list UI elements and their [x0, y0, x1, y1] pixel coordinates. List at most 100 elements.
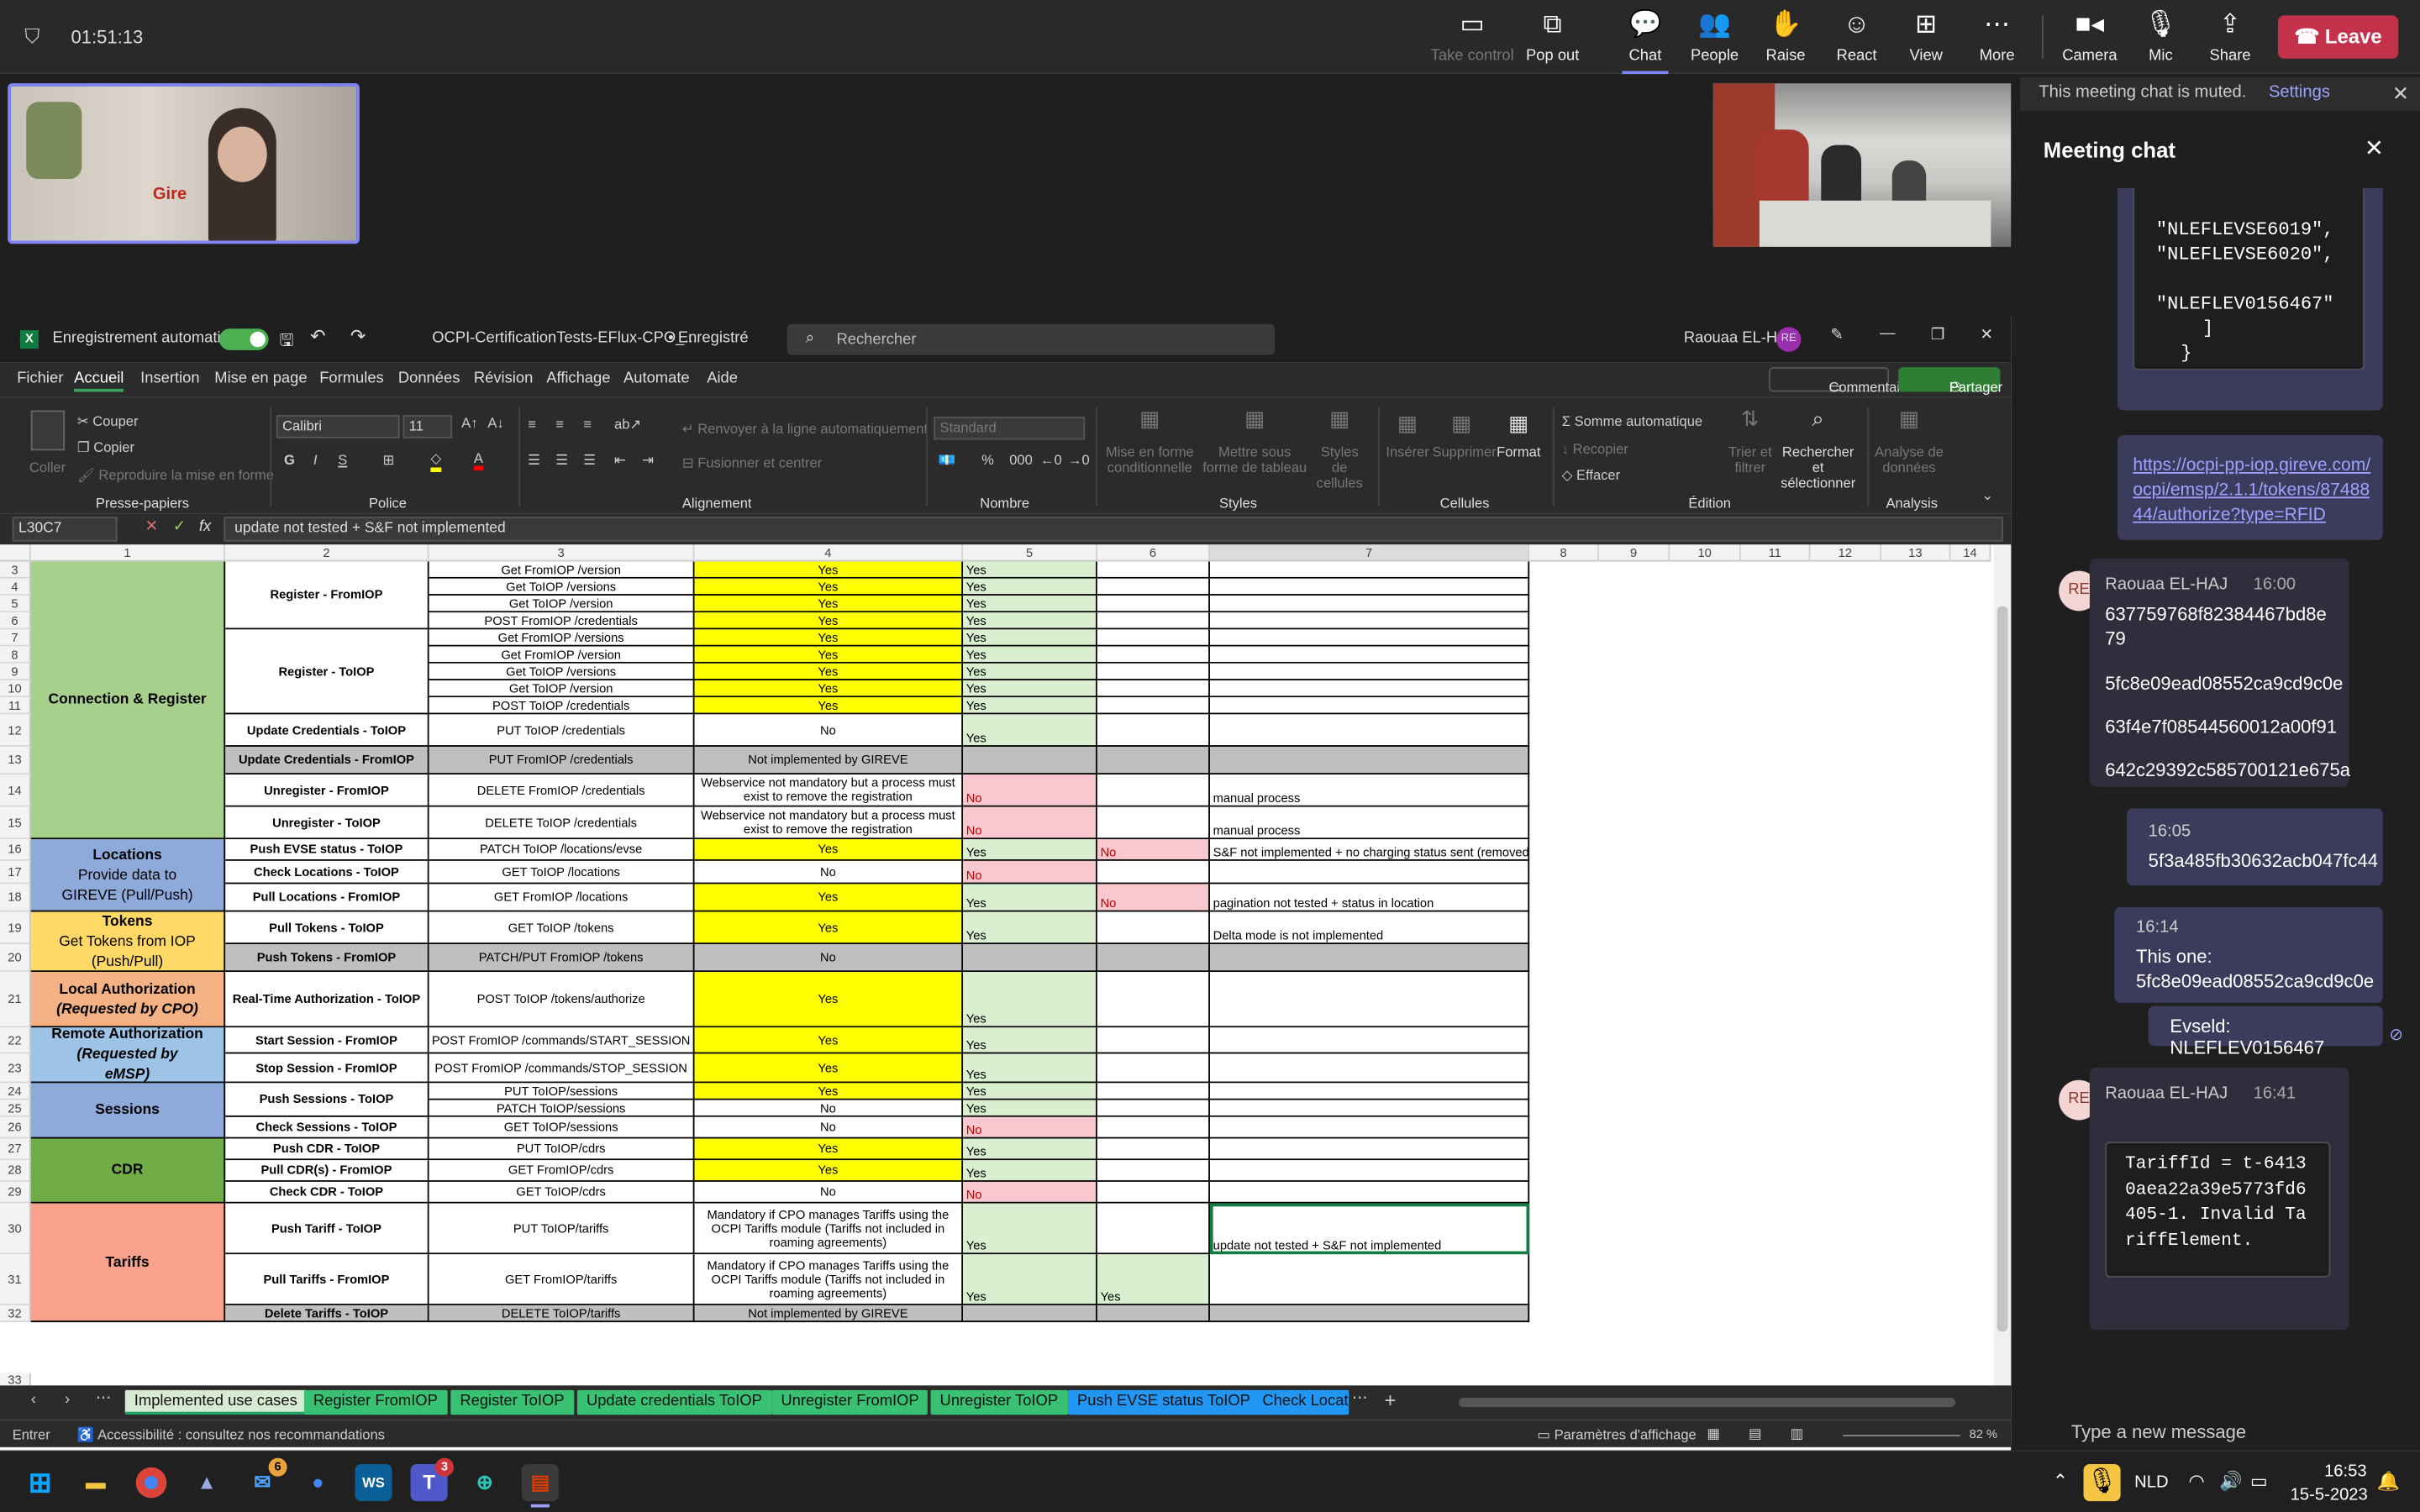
table-cell[interactable]: Update Credentials - ToIOP	[225, 714, 429, 747]
table-cell[interactable]	[1097, 1116, 1210, 1139]
message-bubble[interactable]: https://ocpi-pp-iop.gireve.com/ocpi/emsp…	[2117, 434, 2383, 540]
redo-icon[interactable]: ↷	[350, 326, 366, 348]
table-cell[interactable]: DELETE ToIOP /credentials	[429, 806, 695, 840]
table-cell[interactable]	[1209, 595, 1530, 613]
row-header[interactable]: 22	[0, 1027, 31, 1054]
row-header[interactable]: 8	[0, 646, 31, 664]
row-header[interactable]: 6	[0, 612, 31, 630]
table-cell[interactable]: Yes	[963, 1053, 1097, 1084]
column-header[interactable]: 1	[30, 544, 226, 562]
tab-push-evse[interactable]: Push EVSE status ToIOP	[1067, 1389, 1260, 1415]
table-cell[interactable]: Yes	[694, 629, 964, 647]
table-cell[interactable]	[1209, 1254, 1530, 1305]
table-cell[interactable]	[1209, 714, 1530, 747]
tab-more-icon[interactable]: ⋯	[96, 1390, 111, 1407]
table-cell[interactable]: Yes	[694, 911, 964, 945]
font-shrink-icon[interactable]: A↓	[487, 415, 503, 430]
share-button[interactable]: ⇪ Share	[2195, 9, 2265, 65]
table-cell[interactable]	[1209, 646, 1530, 664]
table-cell[interactable]: Yes	[694, 663, 964, 680]
table-cell[interactable]: Push CDR - ToIOP	[225, 1138, 429, 1161]
column-header[interactable]: 8	[1529, 544, 1599, 562]
tab-implemented-use-cases[interactable]: Implemented use cases	[124, 1389, 307, 1415]
cut-button[interactable]: ✂ Couper	[77, 413, 139, 430]
table-cell[interactable]: Yes	[694, 578, 964, 596]
autosum-button[interactable]: Σ Somme automatique	[1562, 413, 1702, 428]
table-cell[interactable]	[1097, 714, 1210, 747]
row-header[interactable]: 3	[0, 561, 31, 579]
table-cell[interactable]: PUT FromIOP /credentials	[429, 746, 695, 775]
table-cell[interactable]: GET ToIOP/cdrs	[429, 1181, 695, 1204]
wifi-icon[interactable]: ◠	[2188, 1470, 2204, 1492]
column-header[interactable]: 5	[963, 544, 1097, 562]
table-cell[interactable]: Register - FromIOP	[225, 561, 429, 630]
table-cell[interactable]	[1097, 680, 1210, 698]
table-cell[interactable]: Yes	[694, 839, 964, 861]
table-cell[interactable]: Pull Locations - FromIOP	[225, 884, 429, 912]
category-cell[interactable]: Tariffs	[30, 1203, 226, 1323]
table-cell[interactable]: Yes	[963, 839, 1097, 861]
table-cell[interactable]	[1209, 1160, 1530, 1182]
table-cell[interactable]: Unregister - FromIOP	[225, 774, 429, 807]
menu-revision[interactable]: Révision	[474, 370, 533, 387]
align-bottom-icon[interactable]: ≡	[583, 417, 592, 432]
find-select-button[interactable]: ⌕ Rechercher et sélectionner	[1775, 407, 1861, 491]
delete-cells-button[interactable]: ▦ Supprimer	[1432, 411, 1496, 460]
volume-icon[interactable]: 🔊	[2219, 1470, 2242, 1492]
table-cell[interactable]	[1209, 1100, 1530, 1117]
table-cell[interactable]	[1097, 663, 1210, 680]
indent-decrease-icon[interactable]: ⇤	[614, 452, 626, 469]
table-cell[interactable]: No	[963, 806, 1097, 840]
tab-prev-icon[interactable]: ‹	[31, 1392, 36, 1409]
close-banner-icon[interactable]: ✕	[2392, 81, 2409, 106]
table-cell[interactable]	[1097, 774, 1210, 807]
table-cell[interactable]: Yes	[694, 1160, 964, 1182]
more-button[interactable]: ⋯ More	[1961, 9, 2032, 65]
table-cell[interactable]: Yes	[694, 595, 964, 613]
table-cell[interactable]: Delta mode is not implemented	[1209, 911, 1530, 945]
table-cell[interactable]: Yes	[963, 1254, 1097, 1305]
table-cell[interactable]: No	[694, 860, 964, 885]
category-cell[interactable]: Sessions	[30, 1083, 226, 1139]
row-header[interactable]: 25	[0, 1100, 31, 1117]
table-cell[interactable]	[1209, 1053, 1530, 1084]
column-header[interactable]: 13	[1881, 544, 1951, 562]
table-cell[interactable]	[1097, 595, 1210, 613]
menu-formules[interactable]: Formules	[319, 370, 384, 387]
table-cell[interactable]	[1097, 1305, 1210, 1323]
align-middle-icon[interactable]: ≡	[555, 417, 564, 432]
table-cell[interactable]: PUT ToIOP/tariffs	[429, 1203, 695, 1255]
table-cell[interactable]: Check Locations - ToIOP	[225, 860, 429, 885]
table-cell[interactable]: Webservice not mandatory but a process m…	[694, 774, 964, 807]
page-break-icon[interactable]: ▥	[1791, 1425, 1804, 1442]
table-cell[interactable]: No	[694, 1100, 964, 1117]
row-header[interactable]: 15	[0, 806, 31, 840]
row-header[interactable]: 29	[0, 1181, 31, 1204]
language-indicator[interactable]: NLD	[2134, 1473, 2168, 1492]
confirm-icon[interactable]: ✓	[173, 518, 186, 535]
table-cell[interactable]: Pull Tariffs - FromIOP	[225, 1254, 429, 1305]
table-cell[interactable]: Yes	[694, 972, 964, 1028]
table-cell[interactable]	[1209, 578, 1530, 596]
formula-input[interactable]: update not tested + S&F not implemented	[224, 517, 2004, 542]
worksheet-grid[interactable]: 1 2 3 4 5 6 7 8 9 10 11 12 13 14 3 Get Fr…	[0, 544, 2012, 1386]
paste-button[interactable]: Coller	[29, 459, 66, 475]
table-cell[interactable]: update not tested + S&F not implemented	[1209, 1203, 1530, 1255]
table-cell[interactable]	[1097, 1053, 1210, 1084]
tray-mic-icon[interactable]: 🎙	[2083, 1464, 2121, 1502]
tray-chevron-icon[interactable]: ⌃	[2053, 1470, 2068, 1492]
table-cell[interactable]: PUT ToIOP/sessions	[429, 1083, 695, 1100]
table-cell[interactable]: Get ToIOP /version	[429, 595, 695, 613]
tab-register-fromiop[interactable]: Register FromIOP	[303, 1389, 447, 1415]
table-cell[interactable]: Pull CDR(s) - FromIOP	[225, 1160, 429, 1182]
comments-button[interactable]: ▭ Commentaires	[1768, 367, 1919, 395]
accessibility-status[interactable]: ♿ Accessibilité : consultez nos recomman…	[77, 1427, 385, 1444]
table-cell[interactable]	[963, 944, 1097, 973]
copy-button[interactable]: ❐ Copier	[77, 439, 134, 456]
vertical-scrollbar[interactable]	[1994, 544, 2012, 1386]
page-layout-icon[interactable]: ▤	[1749, 1425, 1762, 1442]
font-size-select[interactable]: 11	[402, 415, 453, 438]
collapse-ribbon-icon[interactable]: ⌄	[1981, 487, 1993, 504]
menu-automate[interactable]: Automate	[623, 370, 690, 387]
add-sheet-icon[interactable]: +	[1385, 1389, 1397, 1412]
